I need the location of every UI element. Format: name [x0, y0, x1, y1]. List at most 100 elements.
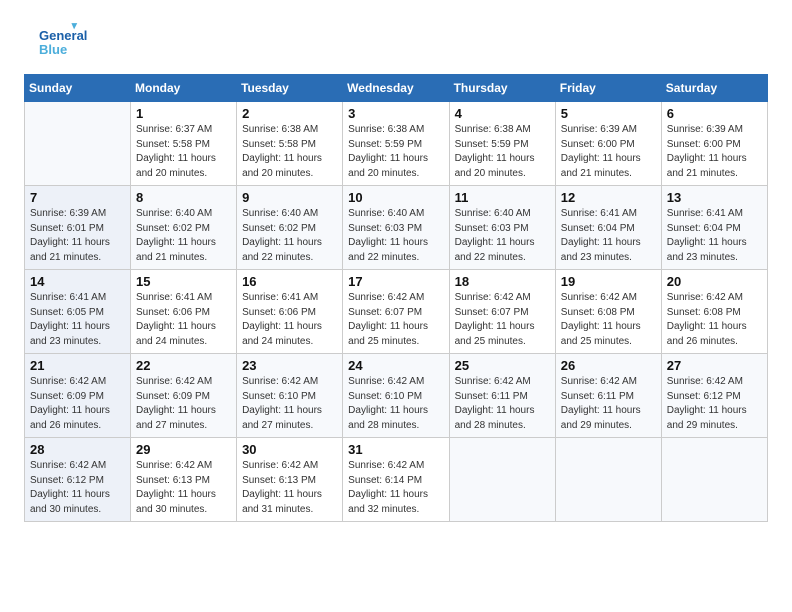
day-number: 25	[455, 358, 550, 373]
calendar-cell: 13Sunrise: 6:41 AMSunset: 6:04 PMDayligh…	[661, 186, 767, 270]
day-info: Sunrise: 6:40 AMSunset: 6:02 PMDaylight:…	[242, 207, 337, 265]
day-info: Sunrise: 6:39 AMSunset: 6:00 PMDaylight:…	[667, 123, 762, 181]
calendar-cell: 10Sunrise: 6:40 AMSunset: 6:03 PMDayligh…	[343, 186, 449, 270]
calendar-cell: 27Sunrise: 6:42 AMSunset: 6:12 PMDayligh…	[661, 354, 767, 438]
calendar-cell: 1 Sunrise: 6:37 AMSunset: 5:58 PMDaylight…	[131, 102, 237, 186]
day-number: 16	[242, 274, 337, 289]
calendar-cell: 26 Sunrise: 6:42 AMSunset: 6:11 PMDayligh…	[555, 354, 661, 438]
day-number: 8	[136, 190, 231, 205]
svg-text:Blue: Blue	[39, 42, 67, 57]
col-header-sunday: Sunday	[25, 75, 131, 102]
day-number: 21	[30, 358, 125, 373]
col-header-thursday: Thursday	[449, 75, 555, 102]
day-info: Sunrise: 6:42 AMSunset: 6:10 PMDaylight:…	[242, 375, 337, 433]
calendar-cell: 8 Sunrise: 6:40 AMSunset: 6:02 PMDaylight…	[131, 186, 237, 270]
day-number: 19	[561, 274, 656, 289]
day-info: Sunrise: 6:42 AMSunset: 6:09 PMDaylight:…	[30, 375, 125, 433]
calendar-cell: 4 Sunrise: 6:38 AMSunset: 5:59 PMDaylight…	[449, 102, 555, 186]
logo: General Blue	[24, 20, 94, 64]
calendar-cell: 30 Sunrise: 6:42 AMSunset: 6:13 PMDayligh…	[237, 438, 343, 522]
day-number: 28	[30, 442, 125, 457]
calendar-cell: 29Sunrise: 6:42 AMSunset: 6:13 PMDayligh…	[131, 438, 237, 522]
calendar-cell: 28Sunrise: 6:42 AMSunset: 6:12 PMDayligh…	[25, 438, 131, 522]
col-header-wednesday: Wednesday	[343, 75, 449, 102]
day-info: Sunrise: 6:38 AMSunset: 5:58 PMDaylight:…	[242, 123, 337, 181]
day-info: Sunrise: 6:42 AMSunset: 6:07 PMDaylight:…	[348, 291, 443, 349]
day-info: Sunrise: 6:42 AMSunset: 6:11 PMDaylight:…	[455, 375, 550, 433]
day-number: 11	[455, 190, 550, 205]
day-number: 4	[455, 106, 550, 121]
calendar-cell	[449, 438, 555, 522]
day-info: Sunrise: 6:38 AMSunset: 5:59 PMDaylight:…	[455, 123, 550, 181]
day-number: 24	[348, 358, 443, 373]
day-number: 15	[136, 274, 231, 289]
day-info: Sunrise: 6:41 AMSunset: 6:06 PMDaylight:…	[136, 291, 231, 349]
calendar-cell	[25, 102, 131, 186]
col-header-tuesday: Tuesday	[237, 75, 343, 102]
day-info: Sunrise: 6:37 AMSunset: 5:58 PMDaylight:…	[136, 123, 231, 181]
day-info: Sunrise: 6:42 AMSunset: 6:08 PMDaylight:…	[561, 291, 656, 349]
calendar-cell: 9 Sunrise: 6:40 AMSunset: 6:02 PMDaylight…	[237, 186, 343, 270]
col-header-friday: Friday	[555, 75, 661, 102]
day-info: Sunrise: 6:42 AMSunset: 6:12 PMDaylight:…	[667, 375, 762, 433]
calendar-cell: 5 Sunrise: 6:39 AMSunset: 6:00 PMDaylight…	[555, 102, 661, 186]
calendar-cell: 31 Sunrise: 6:42 AMSunset: 6:14 PMDayligh…	[343, 438, 449, 522]
day-info: Sunrise: 6:39 AMSunset: 6:00 PMDaylight:…	[561, 123, 656, 181]
calendar-cell: 12 Sunrise: 6:41 AMSunset: 6:04 PMDayligh…	[555, 186, 661, 270]
calendar-cell: 17 Sunrise: 6:42 AMSunset: 6:07 PMDayligh…	[343, 270, 449, 354]
day-info: Sunrise: 6:41 AMSunset: 6:06 PMDaylight:…	[242, 291, 337, 349]
day-number: 23	[242, 358, 337, 373]
day-number: 12	[561, 190, 656, 205]
day-info: Sunrise: 6:41 AMSunset: 6:05 PMDaylight:…	[30, 291, 125, 349]
day-info: Sunrise: 6:41 AMSunset: 6:04 PMDaylight:…	[667, 207, 762, 265]
day-number: 1	[136, 106, 231, 121]
day-info: Sunrise: 6:42 AMSunset: 6:10 PMDaylight:…	[348, 375, 443, 433]
calendar-cell: 18 Sunrise: 6:42 AMSunset: 6:07 PMDayligh…	[449, 270, 555, 354]
day-info: Sunrise: 6:42 AMSunset: 6:11 PMDaylight:…	[561, 375, 656, 433]
logo-icon: General Blue	[24, 24, 94, 64]
day-info: Sunrise: 6:41 AMSunset: 6:04 PMDaylight:…	[561, 207, 656, 265]
day-info: Sunrise: 6:42 AMSunset: 6:13 PMDaylight:…	[242, 459, 337, 517]
calendar-cell: 25 Sunrise: 6:42 AMSunset: 6:11 PMDayligh…	[449, 354, 555, 438]
day-number: 2	[242, 106, 337, 121]
day-number: 26	[561, 358, 656, 373]
day-number: 9	[242, 190, 337, 205]
col-header-monday: Monday	[131, 75, 237, 102]
day-info: Sunrise: 6:38 AMSunset: 5:59 PMDaylight:…	[348, 123, 443, 181]
calendar-cell: 16 Sunrise: 6:41 AMSunset: 6:06 PMDayligh…	[237, 270, 343, 354]
day-info: Sunrise: 6:40 AMSunset: 6:02 PMDaylight:…	[136, 207, 231, 265]
day-info: Sunrise: 6:40 AMSunset: 6:03 PMDaylight:…	[455, 207, 550, 265]
calendar-cell: 20Sunrise: 6:42 AMSunset: 6:08 PMDayligh…	[661, 270, 767, 354]
day-number: 10	[348, 190, 443, 205]
day-number: 17	[348, 274, 443, 289]
calendar-cell: 19 Sunrise: 6:42 AMSunset: 6:08 PMDayligh…	[555, 270, 661, 354]
day-number: 5	[561, 106, 656, 121]
day-number: 30	[242, 442, 337, 457]
calendar-cell: 2 Sunrise: 6:38 AMSunset: 5:58 PMDaylight…	[237, 102, 343, 186]
day-info: Sunrise: 6:42 AMSunset: 6:07 PMDaylight:…	[455, 291, 550, 349]
header: General Blue	[24, 20, 768, 64]
calendar-cell: 11 Sunrise: 6:40 AMSunset: 6:03 PMDayligh…	[449, 186, 555, 270]
day-number: 18	[455, 274, 550, 289]
col-header-saturday: Saturday	[661, 75, 767, 102]
day-number: 31	[348, 442, 443, 457]
calendar-cell: 3Sunrise: 6:38 AMSunset: 5:59 PMDaylight…	[343, 102, 449, 186]
calendar-cell: 14 Sunrise: 6:41 AMSunset: 6:05 PMDayligh…	[25, 270, 131, 354]
calendar-table: SundayMondayTuesdayWednesdayThursdayFrid…	[24, 74, 768, 522]
calendar-cell: 24 Sunrise: 6:42 AMSunset: 6:10 PMDayligh…	[343, 354, 449, 438]
day-info: Sunrise: 6:42 AMSunset: 6:13 PMDaylight:…	[136, 459, 231, 517]
calendar-cell: 22 Sunrise: 6:42 AMSunset: 6:09 PMDayligh…	[131, 354, 237, 438]
calendar-cell: 15 Sunrise: 6:41 AMSunset: 6:06 PMDayligh…	[131, 270, 237, 354]
day-info: Sunrise: 6:42 AMSunset: 6:14 PMDaylight:…	[348, 459, 443, 517]
day-info: Sunrise: 6:42 AMSunset: 6:09 PMDaylight:…	[136, 375, 231, 433]
calendar-cell: 6 Sunrise: 6:39 AMSunset: 6:00 PMDaylight…	[661, 102, 767, 186]
svg-text:General: General	[39, 28, 87, 43]
calendar-cell: 21 Sunrise: 6:42 AMSunset: 6:09 PMDayligh…	[25, 354, 131, 438]
day-number: 6	[667, 106, 762, 121]
day-number: 22	[136, 358, 231, 373]
day-info: Sunrise: 6:42 AMSunset: 6:08 PMDaylight:…	[667, 291, 762, 349]
day-number: 7	[30, 190, 125, 205]
calendar-cell: 23 Sunrise: 6:42 AMSunset: 6:10 PMDayligh…	[237, 354, 343, 438]
day-number: 14	[30, 274, 125, 289]
calendar-cell	[661, 438, 767, 522]
